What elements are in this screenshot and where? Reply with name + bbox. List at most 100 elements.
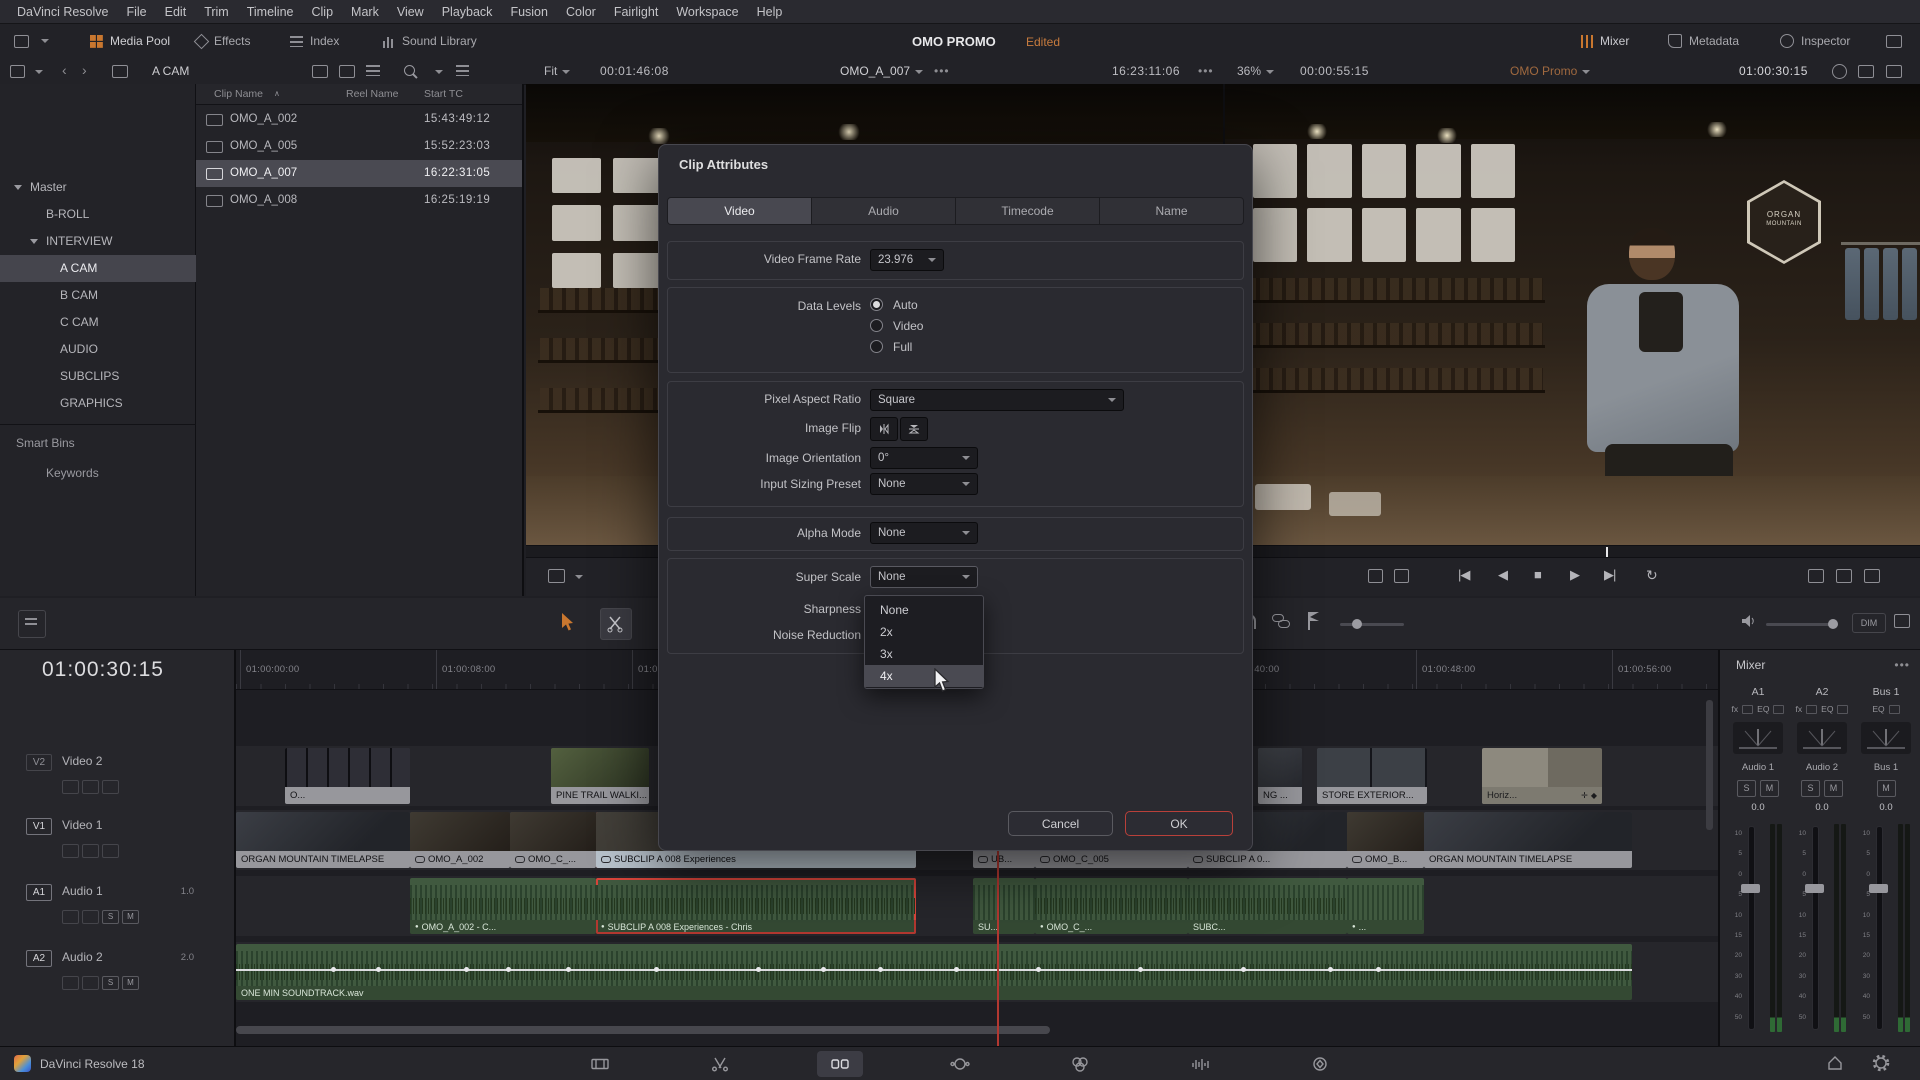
timeline-clip[interactable]: ORGAN MOUNTAIN TIMELAPSE (1424, 812, 1632, 868)
chevron-down-icon[interactable] (575, 575, 583, 579)
panel-layout-icon[interactable] (1886, 35, 1902, 48)
chevron-down-icon[interactable] (35, 70, 43, 74)
timeline-clip[interactable]: ORGAN MOUNTAIN TIMELAPSE (236, 812, 410, 868)
volume-automation-line[interactable] (236, 969, 1632, 971)
timeline-name-dropdown[interactable]: OMO Promo (1510, 64, 1590, 78)
eq-graph-icon[interactable] (1773, 705, 1784, 714)
timeline-audio-clip[interactable]: ●OMO_C_... (1035, 878, 1188, 934)
source-zoom-dropdown[interactable]: Fit (544, 64, 570, 78)
fader-groove[interactable] (1812, 826, 1819, 1030)
smart-bins-header[interactable]: Smart Bins (0, 430, 212, 457)
source-options-menu[interactable]: ••• (934, 64, 950, 78)
source-timecode-menu[interactable]: ••• (1198, 64, 1214, 78)
alpha-mode-dropdown[interactable]: None (870, 522, 978, 544)
page-fusion-button[interactable] (937, 1051, 983, 1077)
auto-select-icon[interactable] (62, 780, 79, 794)
menu-edit[interactable]: Edit (156, 5, 196, 19)
mute-button[interactable]: M (1760, 780, 1779, 797)
track-header-audio2[interactable]: A2 Audio 2 2.0 S M (0, 942, 234, 1002)
play-reverse-button[interactable]: ◀ (1498, 567, 1507, 583)
timeline-clip[interactable]: NG ... (1258, 748, 1302, 804)
loop-button[interactable]: ↻ (1646, 567, 1657, 584)
eq-graph-icon[interactable] (1889, 705, 1900, 714)
back-button[interactable]: ‹ (62, 62, 67, 78)
timeline-audio-clip[interactable]: ●... (1347, 878, 1424, 934)
timeline-view-options-icon[interactable] (18, 610, 46, 638)
automation-keyframe[interactable] (1036, 967, 1041, 972)
sync-icon[interactable] (1832, 64, 1847, 79)
super-scale-option-none[interactable]: None (865, 599, 983, 621)
auto-select-icon[interactable] (62, 910, 79, 924)
pan-control[interactable] (1797, 722, 1847, 754)
automation-keyframe[interactable] (464, 967, 469, 972)
super-scale-dropdown[interactable]: None (870, 566, 978, 588)
mute-button[interactable]: M (1877, 780, 1896, 797)
track-badge[interactable]: V2 (26, 754, 52, 771)
timeline-music-clip[interactable]: ONE MIN SOUNDTRACK.wav (236, 944, 1632, 1000)
mixer-button[interactable]: Mixer (1580, 24, 1629, 58)
pixel-aspect-ratio-dropdown[interactable]: Square (870, 389, 1124, 411)
channel-id[interactable]: Bus 1 (1856, 686, 1916, 698)
timeline-zoom-dropdown[interactable]: 36% (1237, 64, 1274, 78)
timeline-audio-clip-selected[interactable]: ●SUBCLIP A 008 Experiences - Chris (596, 878, 916, 934)
mixer-options-menu[interactable]: ••• (1894, 658, 1910, 672)
selection-tool-icon[interactable] (560, 612, 574, 632)
eq-label[interactable]: EQ (1872, 704, 1884, 714)
index-button[interactable]: Index (290, 24, 339, 58)
mark-in-icon[interactable] (1368, 569, 1383, 583)
super-scale-option-4x[interactable]: 4x (865, 665, 983, 687)
page-deliver-button[interactable] (1297, 1051, 1343, 1077)
mute-button[interactable]: M (1824, 780, 1843, 797)
mark-out-icon[interactable] (1394, 569, 1409, 583)
track-header-video1[interactable]: V1 Video 1 (0, 810, 234, 870)
track-badge[interactable]: A2 (26, 950, 52, 967)
pan-control[interactable] (1861, 722, 1911, 754)
input-sizing-preset-dropdown[interactable]: None (870, 473, 978, 495)
lock-track-icon[interactable] (82, 910, 99, 924)
menu-workspace[interactable]: Workspace (667, 5, 747, 19)
tab-name[interactable]: Name (1100, 198, 1243, 224)
cancel-button[interactable]: Cancel (1008, 811, 1113, 836)
lock-track-icon[interactable] (82, 780, 99, 794)
volume-slider-knob[interactable] (1828, 619, 1838, 629)
track-badge[interactable]: A1 (26, 884, 52, 901)
channel-id[interactable]: A2 (1792, 686, 1852, 698)
fader-groove[interactable] (1876, 826, 1883, 1030)
solo-button[interactable]: S (1801, 780, 1820, 797)
timeline-audio-clip[interactable]: SU... (973, 878, 1035, 934)
timeline-audio-clip[interactable]: SUBC... (1188, 878, 1347, 934)
automation-keyframe[interactable] (756, 967, 761, 972)
timeline-clip[interactable]: STORE EXTERIOR... (1317, 748, 1427, 804)
import-media-icon[interactable] (112, 65, 128, 78)
automation-keyframe[interactable] (506, 967, 511, 972)
flip-horizontal-button[interactable] (870, 417, 898, 441)
video-frame-rate-dropdown[interactable]: 23.976 (870, 249, 944, 271)
clip-row[interactable]: OMO_A_002 15:43:49:12 (196, 106, 522, 133)
timeline-clip[interactable]: O... (285, 748, 410, 804)
automation-keyframe[interactable] (376, 967, 381, 972)
thumbnail-view-icon[interactable] (339, 65, 355, 78)
fx-label[interactable]: fx (1732, 704, 1739, 714)
mute-track-button[interactable]: M (122, 976, 139, 990)
match-frame-icon[interactable] (1808, 569, 1824, 583)
data-levels-full-radio[interactable] (870, 340, 883, 353)
dim-button[interactable]: DIM (1852, 613, 1886, 633)
data-levels-video-radio[interactable] (870, 319, 883, 332)
tab-timecode[interactable]: Timecode (956, 198, 1100, 224)
media-pool-button[interactable]: Media Pool (90, 24, 170, 58)
automation-keyframe[interactable] (331, 967, 336, 972)
sound-library-button[interactable]: Sound Library (382, 24, 477, 58)
mute-track-button[interactable]: M (122, 910, 139, 924)
inspector-button[interactable]: Inspector (1780, 24, 1850, 58)
expand-icon[interactable] (1864, 569, 1880, 583)
unused-takes-icon[interactable] (1836, 569, 1852, 583)
viewer-layout-icon[interactable] (1858, 65, 1874, 78)
filmstrip-view-icon[interactable] (312, 65, 328, 78)
automation-keyframe[interactable] (1328, 967, 1333, 972)
timeline-clip[interactable]: OMO_A_002 (410, 812, 510, 868)
fx-label[interactable]: fx (1796, 704, 1803, 714)
lock-track-icon[interactable] (82, 976, 99, 990)
panel-toggle-button[interactable] (14, 24, 49, 58)
fader-handle[interactable] (1869, 884, 1888, 893)
solo-track-button[interactable]: S (102, 976, 119, 990)
